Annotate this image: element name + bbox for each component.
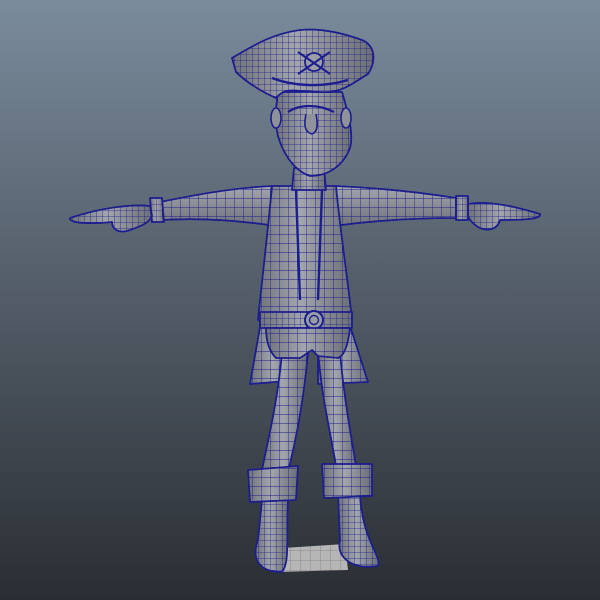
belt-buckle-icon [304, 310, 324, 330]
pelvis [265, 327, 351, 359]
viewport-canvas[interactable] [0, 0, 600, 600]
left-ear [270, 107, 282, 129]
3d-viewport[interactable] [0, 0, 600, 600]
torso-coat [257, 185, 353, 321]
right-ear [340, 107, 352, 129]
belt [259, 310, 353, 330]
floor-tile-icon [278, 544, 348, 572]
